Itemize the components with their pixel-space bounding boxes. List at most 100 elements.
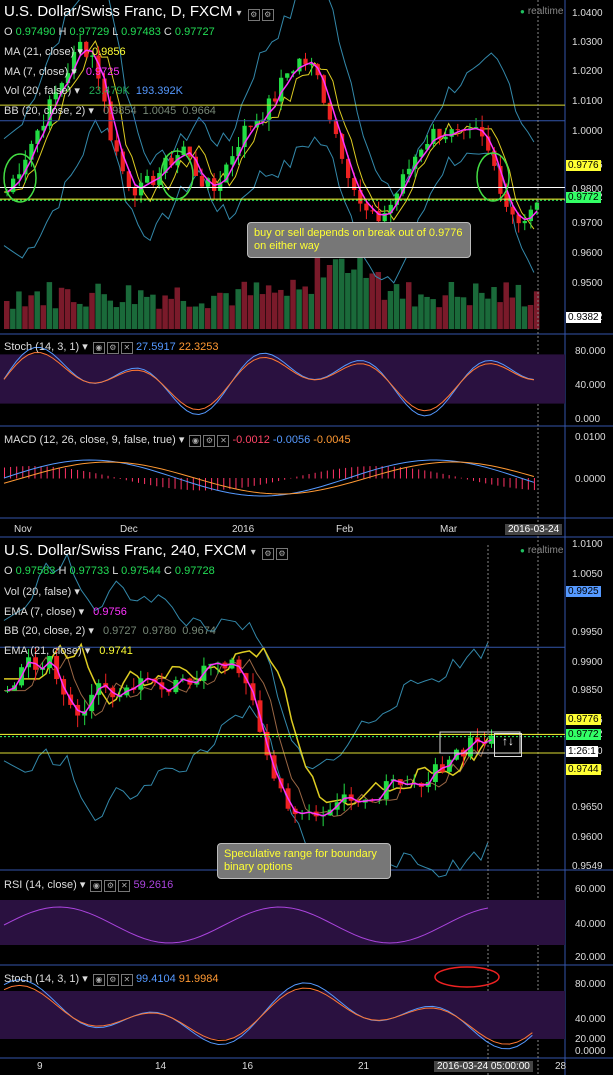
eye-icon[interactable]: ◉ — [90, 879, 103, 892]
macd-hist-bar — [241, 478, 243, 488]
volume-bar — [418, 294, 424, 329]
volume-bar — [198, 303, 205, 329]
close-icon[interactable]: ✕ — [118, 879, 131, 892]
volume-bar — [466, 305, 473, 329]
xaxis-label: 21 — [358, 1061, 370, 1072]
gear-icon[interactable]: ⚙ — [104, 879, 117, 892]
eye-icon[interactable]: ◉ — [92, 973, 105, 986]
chevron-down-icon[interactable]: ▾ — [237, 8, 242, 19]
volume-bar — [217, 292, 223, 329]
chevron-down-icon[interactable]: ▾ — [71, 85, 83, 97]
macd-hist-bar — [125, 478, 127, 481]
price-tag: 1:26:1 — [566, 746, 598, 757]
macd-axis-label: 0.0100 — [575, 432, 606, 443]
volume-bar — [485, 298, 491, 329]
price-axis-label: 1.0200 — [572, 66, 603, 77]
macd-hist-bar — [412, 468, 414, 479]
chevron-down-icon[interactable]: ▾ — [71, 586, 80, 598]
chevron-down-icon[interactable]: ▾ — [85, 105, 97, 117]
price-axis-label: 0.9900 — [572, 657, 603, 668]
candle-body — [522, 220, 527, 224]
chart1-stoch-k: 27.5917 — [135, 341, 176, 353]
gear-icon[interactable]: ⚙ — [106, 341, 119, 354]
candle-body — [145, 175, 150, 183]
macd-hist-bar — [259, 478, 261, 485]
volume-bar — [113, 307, 120, 329]
macd-hist-bar — [64, 468, 66, 479]
macd-hist-bar — [485, 478, 487, 484]
volume-bar — [64, 289, 71, 329]
close-icon[interactable]: ✕ — [120, 973, 133, 986]
volume-bar — [241, 281, 248, 329]
volume-bar — [332, 259, 339, 329]
chevron-down-icon[interactable]: ▾ — [179, 434, 185, 446]
price-tag: 0.9744 — [566, 764, 601, 775]
candle-body — [406, 168, 412, 175]
chevron-down-icon[interactable]: ▾ — [251, 547, 256, 558]
gear-icon[interactable]: ⚙ — [261, 8, 274, 21]
chart1-low: 0.97483 — [121, 26, 161, 38]
macd-hist-bar — [101, 474, 103, 479]
indicator-value: 0.9664 — [182, 104, 216, 117]
candle-body — [272, 98, 278, 102]
indicator-name: Vol (20, false) — [4, 586, 72, 598]
indicator-name: Vol (20, false) — [4, 85, 72, 97]
chart1-title-buttons: ⚙ ⚙ — [246, 4, 274, 21]
volume-bar — [503, 282, 509, 329]
macd-hist-bar — [509, 478, 511, 488]
chevron-down-icon[interactable]: ▾ — [80, 879, 86, 891]
volume-bar — [375, 272, 382, 329]
volume-bar — [211, 295, 217, 329]
macd-hist-bar — [205, 478, 206, 491]
settings-icon[interactable]: ⚙ — [247, 8, 260, 21]
chart2-high: 0.97733 — [69, 565, 110, 577]
chart1-indicator-0: MA (21, close) ▾ 0.9856 — [4, 45, 126, 58]
settings-icon[interactable]: ⚙ — [261, 547, 274, 560]
candle-body — [443, 136, 448, 140]
chevron-down-icon[interactable]: ▾ — [82, 341, 88, 353]
volume-bar — [454, 296, 461, 329]
chevron-down-icon[interactable]: ▾ — [85, 625, 97, 637]
chevron-down-icon[interactable]: ▾ — [76, 606, 88, 618]
xaxis-label: 28 — [555, 1061, 567, 1072]
volume-bar — [406, 282, 412, 329]
close-icon[interactable]: ✕ — [120, 341, 133, 354]
volume-bar — [107, 300, 114, 329]
volume-bar — [52, 308, 59, 329]
gear-icon[interactable]: ⚙ — [203, 434, 216, 447]
stoch-axis-label: 0.000 — [575, 414, 601, 425]
eye-icon[interactable]: ◉ — [92, 341, 105, 354]
macd-hist-bar — [10, 466, 12, 479]
chart2-open: 0.97583 — [15, 565, 56, 577]
volume-bar — [387, 291, 394, 329]
chevron-down-icon[interactable]: ▾ — [74, 46, 86, 58]
chevron-down-icon[interactable]: ▾ — [82, 645, 94, 657]
price-axis-label: 1.0000 — [572, 126, 603, 137]
chart2-indicator-3: EMA (21, close) ▾ 0.9741 — [4, 644, 133, 657]
bollinger-lower — [3, 119, 535, 284]
volume-bar — [424, 296, 430, 329]
indicator-value: 0.9856 — [91, 46, 126, 58]
gear-icon[interactable]: ⚙ — [275, 547, 288, 560]
macd-hist-bar — [436, 472, 438, 479]
price-tag: 0.9925 — [566, 586, 601, 597]
volume-bar — [223, 293, 229, 329]
gear-icon[interactable]: ⚙ — [106, 973, 119, 986]
chart1-stoch-name: Stoch (14, 3, 1) — [4, 341, 80, 353]
close-icon[interactable]: ✕ — [217, 434, 230, 447]
chart1-title[interactable]: U.S. Dollar/Swiss Franc, D, FXCM ▾ ⚙ ⚙ — [4, 3, 274, 21]
chart2-stoch-legend: Stoch (14, 3, 1) ▾ ◉ ⚙ ✕ 99.4104 91.9984 — [4, 972, 219, 986]
macd-hist-bar — [156, 478, 158, 487]
eye-icon[interactable]: ◉ — [189, 434, 202, 447]
chart-canvas[interactable] — [0, 0, 613, 1075]
chevron-down-icon[interactable]: ▾ — [68, 66, 80, 78]
chevron-down-icon[interactable]: ▾ — [82, 973, 88, 985]
chart2-title[interactable]: U.S. Dollar/Swiss Franc, 240, FXCM ▾ ⚙ ⚙ — [4, 542, 288, 560]
price-axis-label: 1.0050 — [572, 569, 603, 580]
macd-hist-bar — [345, 467, 347, 479]
price-tag: 0.9772 — [566, 192, 601, 203]
chart2-realtime-label: realtime — [520, 545, 564, 556]
xaxis-label: 2016 — [232, 524, 255, 535]
macd-hist-bar — [296, 476, 298, 479]
macd-hist-bar — [186, 478, 188, 490]
